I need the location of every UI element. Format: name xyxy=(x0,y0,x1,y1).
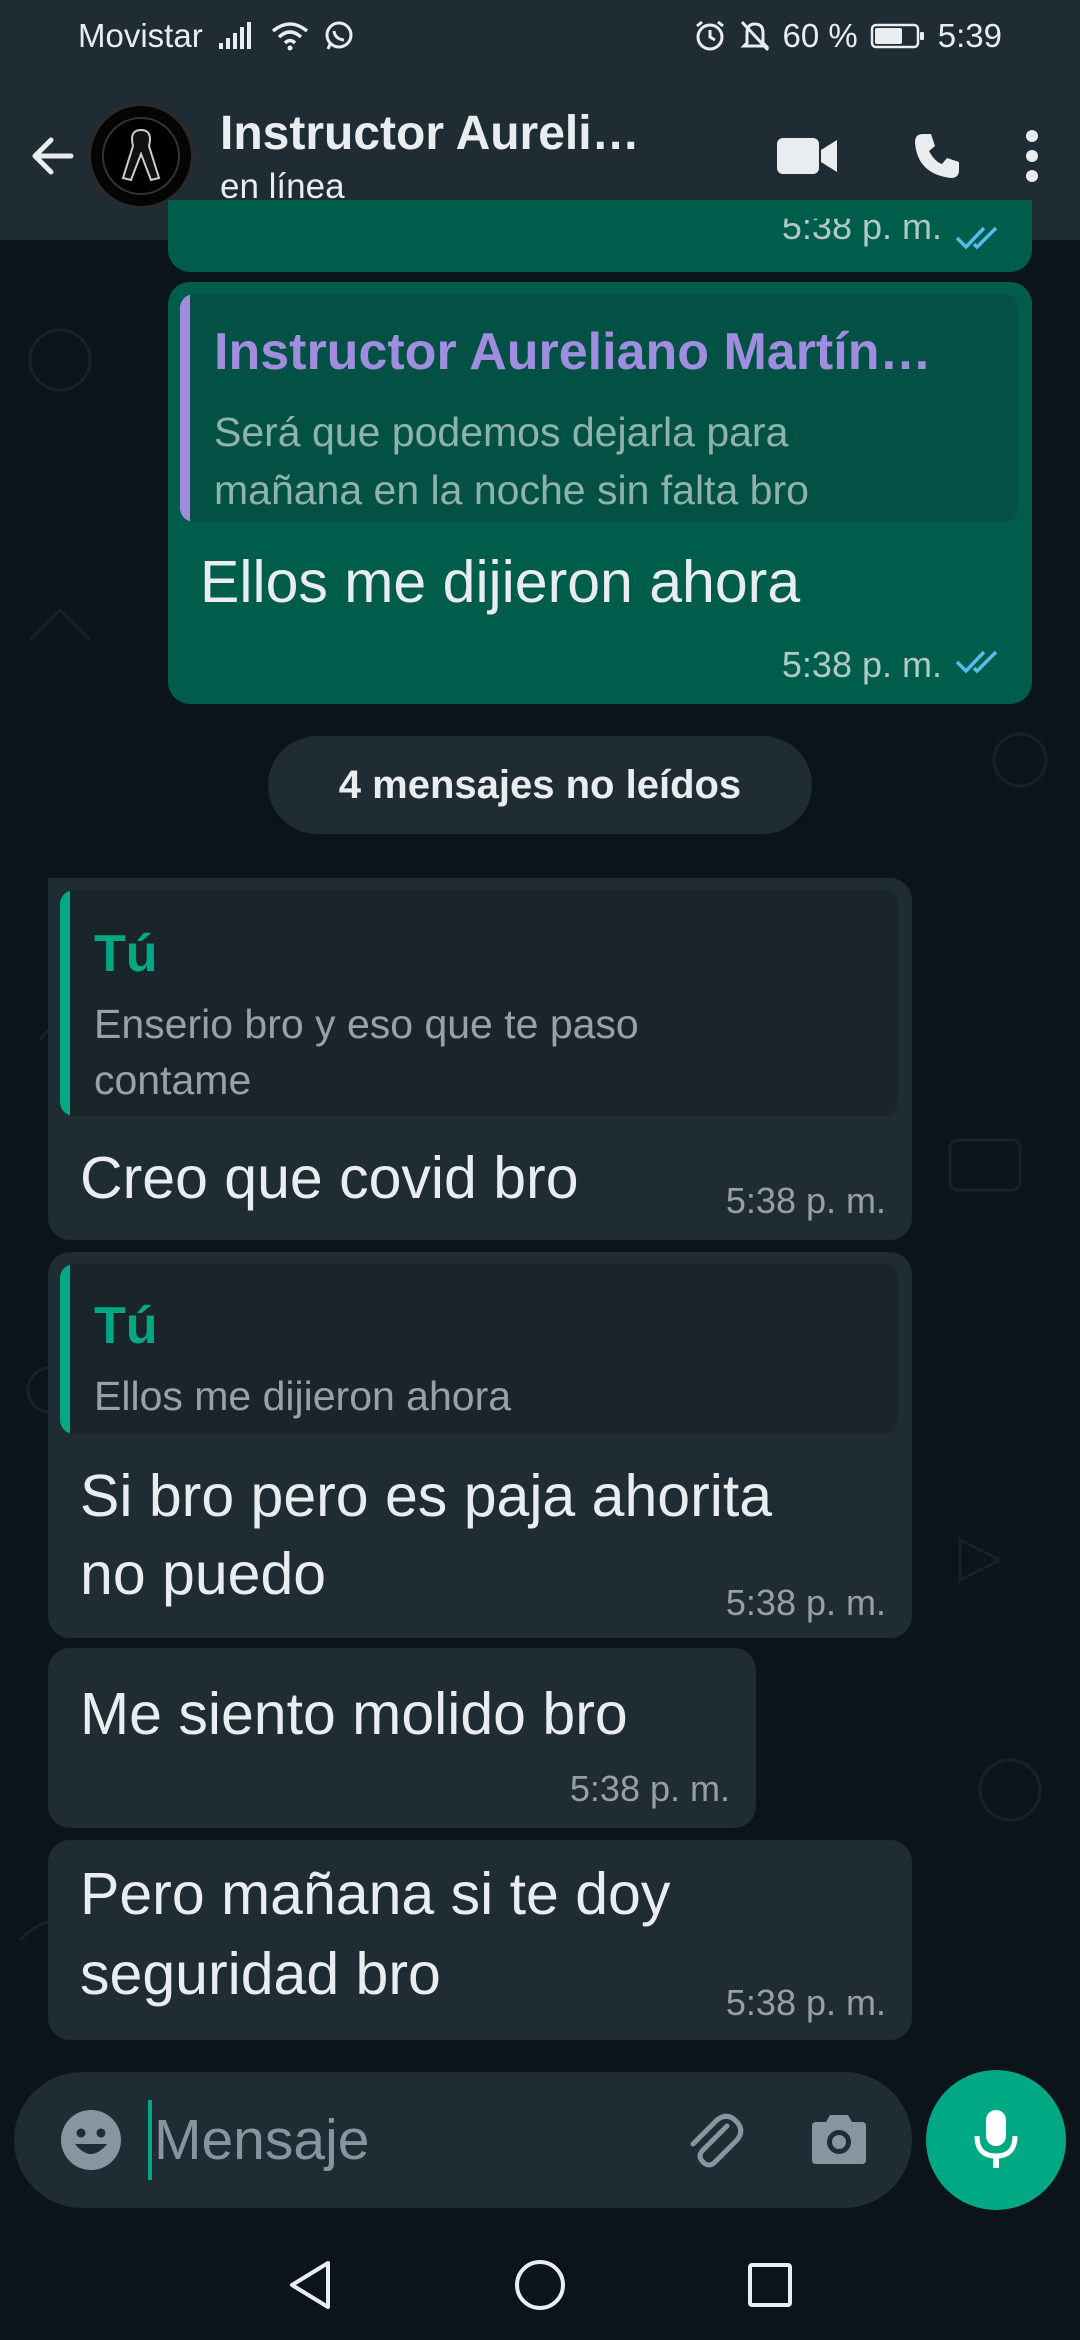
contact-name: Instructor Aureli… xyxy=(220,106,640,160)
quoted-message[interactable]: Instructor Aureliano Martín… Será que po… xyxy=(180,294,1018,522)
signal-icon xyxy=(217,21,257,51)
mute-bell-icon xyxy=(739,19,771,53)
message-bubble-outgoing[interactable]: Instructor Aureliano Martín… Será que po… xyxy=(168,282,1032,704)
attach-button[interactable] xyxy=(668,2095,758,2185)
message-time: 5:38 p. m. xyxy=(725,1982,886,2023)
battery-icon xyxy=(870,22,926,50)
message-bubble-incoming[interactable]: Me siento molido bro 5:38 p. m. xyxy=(48,1648,756,1828)
avatar[interactable] xyxy=(88,103,194,209)
message-text: Ellos me dijieron ahora xyxy=(200,549,801,615)
video-camera-icon xyxy=(777,138,837,174)
message-composer xyxy=(14,2072,912,2208)
message-input[interactable] xyxy=(148,2100,648,2180)
message-bubble-incoming[interactable]: Tú Ellos me dijieron ahora Si bro pero e… xyxy=(48,1252,912,1638)
quote-text-line-1: Enserio bro y eso que te paso xyxy=(94,1001,639,1047)
message-text-line-1: Pero mañana si te doy xyxy=(80,1861,671,1927)
message-text-line-2: seguridad bro xyxy=(80,1941,441,2007)
more-options-button[interactable] xyxy=(1002,111,1062,201)
message-time: 5:38 p. m. xyxy=(569,1768,730,1809)
quote-text-line-2: contame xyxy=(94,1057,252,1103)
message-time: 5:38 p. m. xyxy=(781,206,942,247)
quote-text-line-1: Será que podemos dejarla para xyxy=(214,409,789,455)
quote-accent-bar xyxy=(60,1264,70,1434)
black-ribbon-icon xyxy=(102,117,180,195)
voice-call-button[interactable] xyxy=(872,111,1002,201)
message-text: Me siento molido bro xyxy=(80,1681,628,1747)
unread-messages-divider: 4 mensajes no leídos xyxy=(268,736,812,834)
wifi-icon xyxy=(271,21,309,51)
message-text-line-1: Si bro pero es paja ahorita xyxy=(80,1463,773,1529)
phone-icon xyxy=(915,134,959,178)
message-bubble-incoming[interactable]: Tú Enserio bro y eso que te paso contame… xyxy=(48,878,912,1240)
message-time: 5:38 p. m. xyxy=(781,644,942,685)
voice-message-button[interactable] xyxy=(926,2070,1066,2210)
whatsapp-notification-icon xyxy=(323,20,355,52)
contact-info[interactable]: Instructor Aureli… en línea xyxy=(220,106,660,207)
nav-back-button[interactable] xyxy=(195,2230,425,2340)
system-navigation-bar xyxy=(0,2230,1080,2340)
camera-button[interactable] xyxy=(794,2095,884,2185)
clock: 5:39 xyxy=(937,17,1002,54)
quote-author: Tú xyxy=(94,1297,158,1355)
message-bubble-outgoing-partial[interactable]: 5:38 p. m. xyxy=(168,200,1032,272)
quote-text-line-2: mañana en la noche sin falta bro xyxy=(214,467,809,513)
carrier-label: Movistar xyxy=(78,17,203,54)
microphone-icon xyxy=(974,2110,1018,2168)
message-time: 5:38 p. m. xyxy=(725,1180,886,1221)
status-bar: Movistar 60 % 5:39 xyxy=(0,0,1080,72)
alarm-icon xyxy=(693,19,727,53)
arrow-left-icon xyxy=(32,137,74,175)
battery-percent: 60 % xyxy=(782,17,858,54)
message-bubble-incoming[interactable]: Pero mañana si te doy seguridad bro 5:38… xyxy=(48,1840,912,2040)
read-ticks-icon xyxy=(955,226,998,250)
square-recents-icon xyxy=(748,2263,792,2307)
message-text: Creo que covid bro xyxy=(80,1145,579,1211)
back-button[interactable] xyxy=(18,121,88,191)
quote-accent-bar xyxy=(60,890,70,1116)
emoji-button[interactable] xyxy=(46,2095,136,2185)
quote-accent-bar xyxy=(180,294,190,522)
quote-author: Instructor Aureliano Martín… xyxy=(214,323,932,381)
quoted-message[interactable]: Tú Ellos me dijieron ahora xyxy=(60,1264,898,1434)
nav-recents-button[interactable] xyxy=(655,2230,885,2340)
video-call-button[interactable] xyxy=(742,111,872,201)
message-time: 5:38 p. m. xyxy=(725,1582,886,1623)
read-ticks-icon xyxy=(955,650,998,674)
camera-icon xyxy=(812,2115,866,2164)
quote-text-line-1: Ellos me dijieron ahora xyxy=(94,1373,512,1419)
quoted-message[interactable]: Tú Enserio bro y eso que te paso contame xyxy=(60,890,898,1116)
triangle-back-icon xyxy=(290,2261,330,2309)
emoji-icon xyxy=(61,2110,121,2170)
paperclip-icon xyxy=(690,2113,744,2168)
message-text-line-2: no puedo xyxy=(80,1541,327,1607)
more-vertical-icon xyxy=(1026,130,1038,182)
quote-author: Tú xyxy=(94,925,158,983)
nav-home-button[interactable] xyxy=(425,2230,655,2340)
circle-home-icon xyxy=(515,2260,565,2310)
